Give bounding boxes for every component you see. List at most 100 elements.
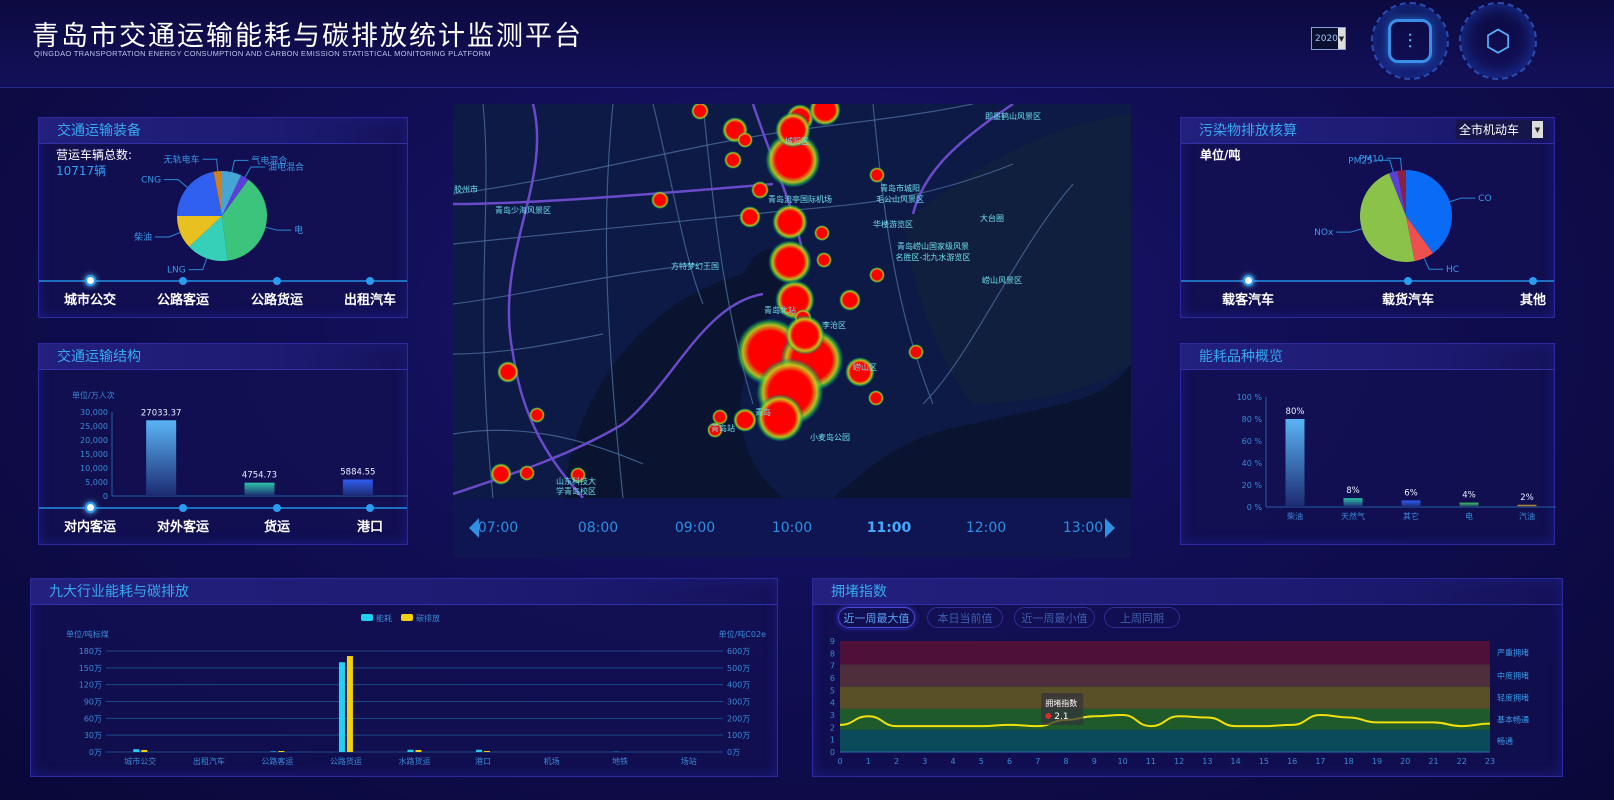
map-label: 山东科技大 xyxy=(556,476,596,486)
tab-1[interactable]: 对外客运 xyxy=(157,516,209,535)
band-轻度拥堵 xyxy=(840,686,1490,709)
left-tick-label: 0万 xyxy=(89,748,102,757)
tab-0[interactable]: 对内客运 xyxy=(64,516,116,535)
tab-2[interactable]: 货运 xyxy=(264,516,290,535)
tab-dot[interactable] xyxy=(366,277,374,285)
legend-label: 碳排放 xyxy=(416,613,440,623)
x-tick-label: 水路货运 xyxy=(399,756,431,766)
heat-spot xyxy=(908,344,924,360)
tab-dot[interactable] xyxy=(85,502,96,513)
bar-能耗 xyxy=(270,751,277,752)
industry-bar-chart: 单位/吨标煤 单位/吨C02e 0万 0万 30万 100万 60万 200万 90万 300万 1… xyxy=(66,613,766,766)
x-tick-label: 1 xyxy=(866,757,871,766)
tab-dot[interactable] xyxy=(179,504,187,512)
x-tick-label: 5 xyxy=(979,757,984,766)
map-label: 青岛北站 xyxy=(764,305,796,315)
y-tick-label: 7 xyxy=(830,662,835,671)
tab-3[interactable]: 出租汽车 xyxy=(344,289,396,308)
x-tick-label: 电 xyxy=(1465,511,1473,521)
timeline-time[interactable]: 12:00 xyxy=(966,520,1006,536)
tab-dot[interactable] xyxy=(85,275,96,286)
year-select[interactable]: 2020 ▼ xyxy=(1311,27,1346,50)
left-tick-label: 150万 xyxy=(79,664,102,673)
tab-1[interactable]: 载货汽车 xyxy=(1382,289,1434,308)
y-tick-label: 9 xyxy=(830,637,835,646)
tab-dot[interactable] xyxy=(273,504,281,512)
tab-dot[interactable] xyxy=(1529,277,1537,285)
bar-value-label: 2% xyxy=(1520,493,1534,503)
x-tick-label: 柴油 xyxy=(1287,511,1303,521)
statistics-app-button[interactable]: ⫶ xyxy=(1371,2,1449,80)
equipment-panel: 交通运输装备 营运车辆总数: 10717辆 气电混合 油电混合电 LNG 柴油 CNG 无… xyxy=(38,117,408,318)
y-tick-label: 0 % xyxy=(1247,503,1263,512)
y-tick-label: 20 % xyxy=(1242,481,1263,490)
bar-value-label: 27033.37 xyxy=(141,408,182,418)
left-tick-label: 180万 xyxy=(79,647,102,656)
band-label: 基本畅通 xyxy=(1497,714,1529,724)
bar xyxy=(1285,419,1305,507)
map-label: 青岛站 xyxy=(711,423,735,433)
heat-spot xyxy=(839,289,861,311)
x-tick-label: 18 xyxy=(1344,757,1354,766)
timeline: 07:00 08:00 09:00 10:00 11:00 12:00 13:00 xyxy=(453,498,1131,557)
timeline-time[interactable]: 09:00 xyxy=(675,520,715,536)
chevron-down-icon[interactable]: ▼ xyxy=(1532,121,1543,138)
timeline-time[interactable]: 07:00 xyxy=(478,520,518,536)
congestion-filter-button[interactable]: 上周同期 xyxy=(1104,607,1180,628)
x-tick-label: 19 xyxy=(1372,757,1382,766)
bar-value-label: 6% xyxy=(1404,488,1418,498)
timeline-time[interactable]: 10:00 xyxy=(772,520,812,536)
congestion-filter-button[interactable]: 近一周最大值 xyxy=(838,607,915,628)
heat-spot xyxy=(868,390,884,406)
x-tick-label: 20 xyxy=(1400,757,1410,766)
panel-title: 交通运输装备 xyxy=(39,118,407,144)
pie-label: LNG xyxy=(167,266,186,274)
band-畅通 xyxy=(840,729,1490,752)
y-tick-label: 0 xyxy=(103,492,108,500)
cube-button[interactable]: ⬡ xyxy=(1459,2,1537,80)
bar-value-label: 4754.73 xyxy=(242,471,277,481)
band-严重拥堵 xyxy=(840,641,1490,665)
tab-dot[interactable] xyxy=(1404,277,1412,285)
bar-能耗 xyxy=(476,749,483,752)
tab-dot[interactable] xyxy=(179,277,187,285)
tab-dot[interactable] xyxy=(1243,275,1254,286)
pie-leader-line xyxy=(244,166,266,178)
map-label: 崂山区 xyxy=(853,362,877,372)
pie-label: CO xyxy=(1478,194,1491,204)
tab-3[interactable]: 港口 xyxy=(357,516,383,535)
tab-0[interactable]: 城市公交 xyxy=(64,289,116,308)
timeline-time[interactable]: 11:00 xyxy=(867,520,912,536)
left-axis-label: 单位/吨标煤 xyxy=(66,629,109,639)
x-tick-label: 港口 xyxy=(475,756,491,766)
chevron-down-icon[interactable]: ▼ xyxy=(1337,28,1345,49)
pie-label: 柴油 xyxy=(134,231,152,243)
pie-leader-line xyxy=(202,158,219,172)
tab-2[interactable]: 其他 xyxy=(1520,289,1546,308)
y-tick-label: 80 % xyxy=(1242,415,1263,424)
map-label: 方特梦幻王国 xyxy=(671,261,719,271)
heat-spot xyxy=(490,463,512,485)
congestion-filter-button[interactable]: 本日当前值 xyxy=(927,607,1003,628)
tab-dot[interactable] xyxy=(273,277,281,285)
next-arrow-icon[interactable] xyxy=(1105,518,1115,538)
pie-leader-line xyxy=(164,179,188,188)
tab-0[interactable]: 载客汽车 xyxy=(1222,289,1274,308)
energy-type-bar-chart: 0 % 20 % 40 % 60 % 80 % 100 % 80% 柴油 8% 天然气 6% 其它 4%… xyxy=(1237,393,1556,521)
heat-spot xyxy=(756,394,804,442)
tab-1[interactable]: 公路客运 xyxy=(157,289,209,308)
timeline-time[interactable]: 08:00 xyxy=(578,520,618,536)
y-tick-label: 4 xyxy=(830,699,835,708)
heat-map[interactable]: 即墨鹤山风景区城阳区胶州市青岛少海风景区 青岛流亭国际机场 青岛市城阳毛公山风景区华… xyxy=(453,104,1131,498)
congestion-filter-button[interactable]: 近一周最小值 xyxy=(1014,607,1095,628)
tab-2[interactable]: 公路货运 xyxy=(251,289,303,308)
vehicle-type-value: 全市机动车 xyxy=(1459,123,1520,137)
map-label: 青岛 xyxy=(755,407,771,417)
tab-dot[interactable] xyxy=(366,504,374,512)
panel-title: 九大行业能耗与碳排放 xyxy=(31,579,777,605)
timeline-time[interactable]: 13:00 xyxy=(1063,520,1103,536)
right-tick-label: 100万 xyxy=(727,731,750,740)
x-tick-label: 其它 xyxy=(1403,511,1419,521)
vehicle-type-select[interactable]: 全市机动车 ▼ xyxy=(1456,120,1543,139)
heat-spot xyxy=(816,252,832,268)
